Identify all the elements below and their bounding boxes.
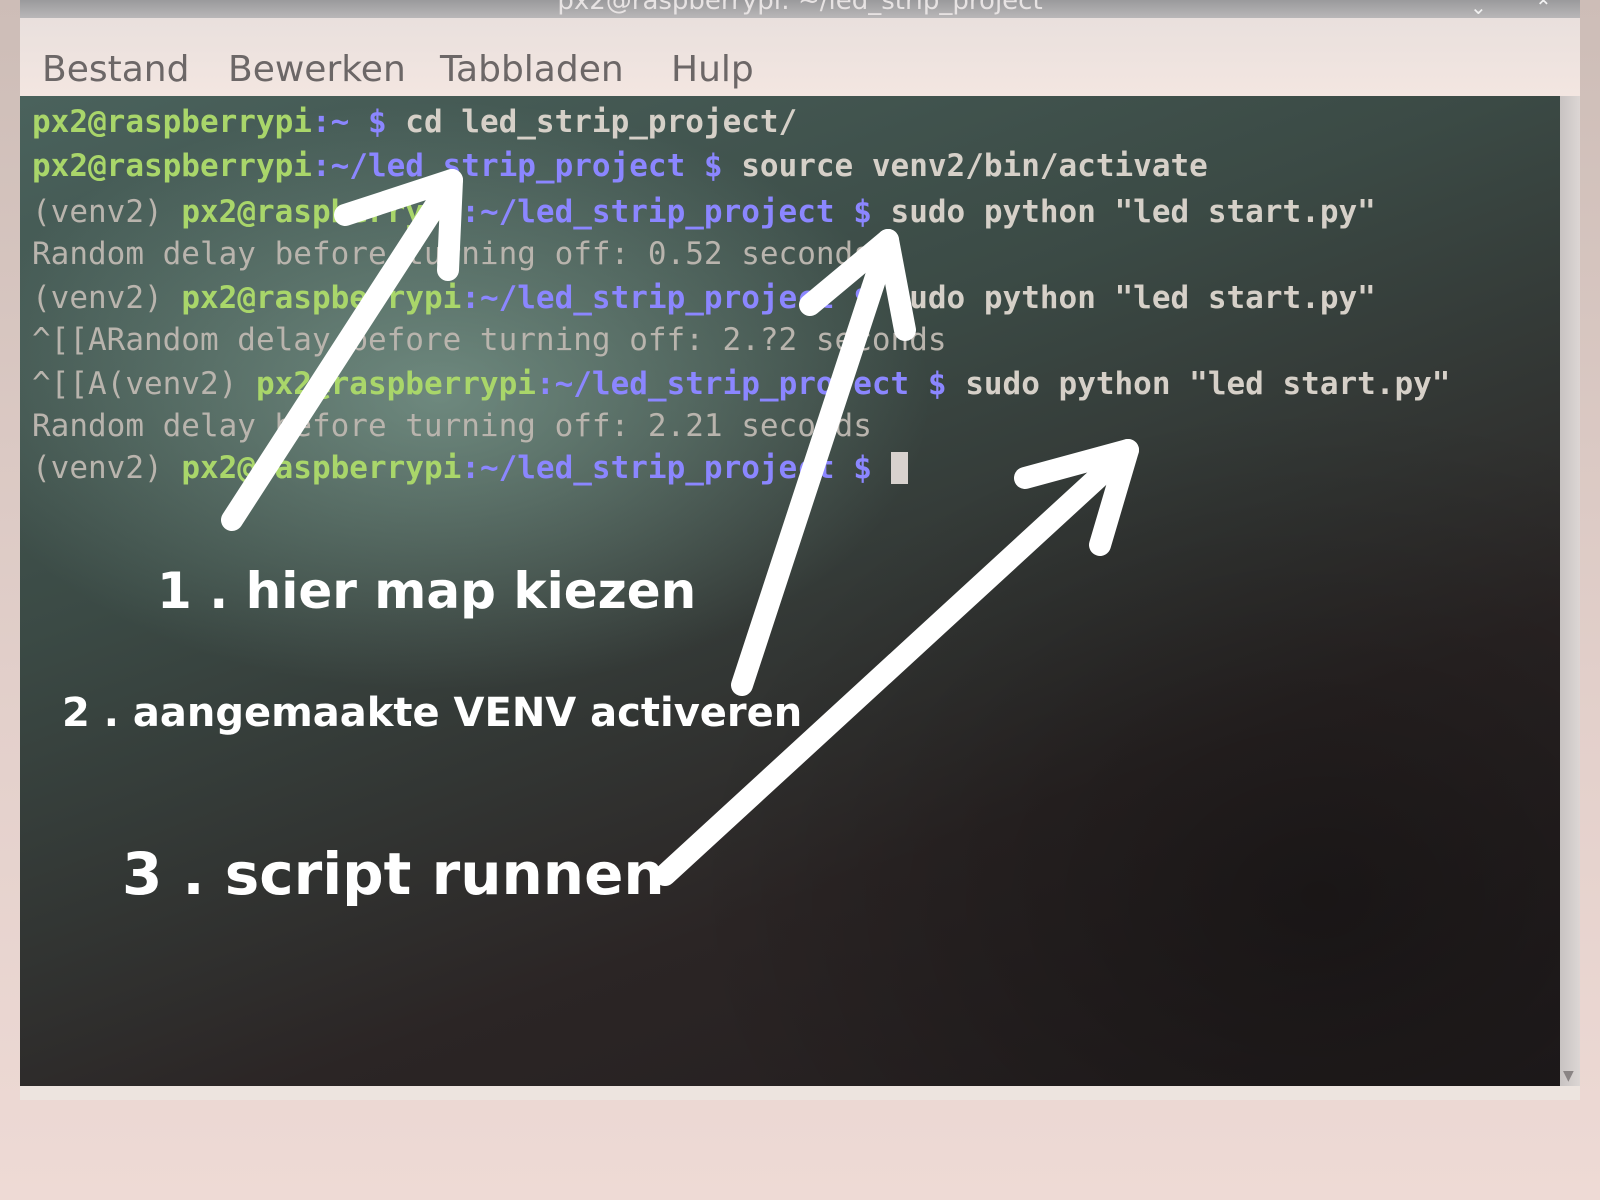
menu-bewerken[interactable]: Bewerken (228, 48, 406, 92)
command-text: sudo python "led start.py" (871, 280, 1376, 316)
prompt-path: :~/led_strip_project (461, 194, 835, 230)
annotation-step2: 2 . aangemaakte VENV activeren (62, 690, 803, 736)
annotation-step3: 3 . script runnen (122, 840, 665, 908)
scroll-down-icon[interactable]: ▼ (1563, 1068, 1574, 1084)
prompt-userhost: px2@raspberrypi (181, 194, 462, 230)
minimize-icon[interactable]: ⌄ (1470, 0, 1487, 18)
prompt-path: :~/led_strip_project (461, 280, 835, 316)
text-cursor (890, 452, 908, 484)
window-title: px2@raspberrypi: ~/led_strip_project (557, 0, 1043, 16)
prompt-path: :~/led_strip_project (461, 450, 835, 486)
venv-label: ^[[A(venv2) (32, 366, 256, 402)
prompt-path: :~/led_strip_project (311, 148, 686, 184)
prompt-symbol: $ (349, 104, 387, 140)
venv-label: (venv2) (32, 194, 182, 230)
terminal-window: px2@raspberrypi: ~/led_strip_project ⌄ ⌃… (20, 0, 1580, 1100)
prompt-symbol: $ (685, 148, 723, 184)
terminal-line: px2@raspberrypi:~ $ cd led_strip_project… (32, 104, 797, 140)
terminal-output-line: Random delay before turning off: 2.21 se… (32, 408, 872, 444)
command-text: source venv2/bin/activate (722, 148, 1208, 184)
prompt-userhost: px2@raspberrypi (32, 148, 312, 184)
prompt-userhost: px2@raspberrypi (181, 450, 462, 486)
maximize-icon[interactable]: ⌃ (1535, 0, 1552, 18)
prompt-userhost: px2@raspberrypi (32, 104, 312, 140)
prompt-symbol: $ (909, 366, 947, 402)
prompt-symbol: $ (834, 450, 872, 486)
venv-label: (venv2) (32, 280, 182, 316)
menu-hulp[interactable]: Hulp (671, 48, 754, 92)
terminal-line: (venv2) px2@raspberrypi:~/led_strip_proj… (32, 450, 908, 486)
terminal-output-line: Random delay before turning off: 0.52 se… (32, 236, 872, 272)
terminal-output-line: ^[[ARandom delay before turning off: 2.?… (32, 322, 947, 358)
title-bar[interactable]: px2@raspberrypi: ~/led_strip_project ⌄ ⌃ (20, 0, 1580, 18)
command-text: sudo python "led start.py" (946, 366, 1451, 402)
annotation-step1: 1 . hier map kiezen (157, 562, 697, 620)
prompt-symbol: $ (834, 280, 872, 316)
scrollbar[interactable]: ▼ (1560, 96, 1580, 1086)
terminal-line: px2@raspberrypi:~/led_strip_project $ so… (32, 148, 1208, 184)
prompt-userhost: px2@raspberrypi (255, 366, 536, 402)
prompt-path: :~ (311, 104, 350, 140)
command-text: cd led_strip_project/ (386, 104, 798, 140)
command-text (872, 450, 891, 486)
terminal-line: (venv2) px2@raspberrypi:~/led_strip_proj… (32, 194, 1376, 230)
command-text: sudo python "led start.py" (871, 194, 1376, 230)
prompt-userhost: px2@raspberrypi (181, 280, 462, 316)
prompt-path: :~/led_strip_project (535, 366, 910, 402)
terminal-line: ^[[A(venv2) px2@raspberrypi:~/led_strip_… (32, 366, 1450, 402)
prompt-symbol: $ (834, 194, 872, 230)
menu-bestand[interactable]: Bestand (42, 48, 189, 92)
menu-bar: Bestand Bewerken Tabbladen Hulp (20, 18, 1580, 96)
terminal-line: (venv2) px2@raspberrypi:~/led_strip_proj… (32, 280, 1376, 316)
venv-label: (venv2) (32, 450, 182, 486)
menu-tabbladen[interactable]: Tabbladen (440, 48, 624, 92)
